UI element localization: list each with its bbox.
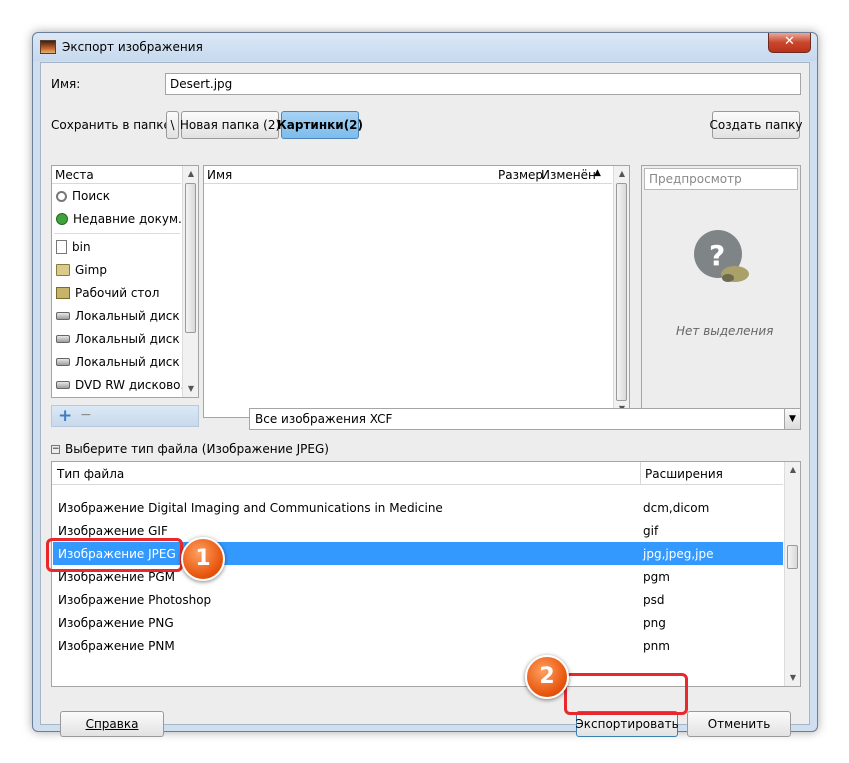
dialog-client: Имя: Desert.jpg Сохранить в папке \ Нова… <box>40 62 810 737</box>
recent-icon <box>56 213 68 225</box>
scroll-down-arrow-icon[interactable]: ▼ <box>785 670 801 686</box>
scroll-thumb[interactable] <box>616 183 627 401</box>
step-badge-2: 2 <box>525 655 569 699</box>
files-scrollbar[interactable]: ▲ ▼ <box>613 166 629 417</box>
file-type-row[interactable]: Изображение PNM pnm <box>53 634 783 657</box>
close-button[interactable]: ✕ <box>768 33 811 53</box>
save-in-folder-label: Сохранить в папке <box>51 118 171 132</box>
gimp-app-icon <box>40 40 56 54</box>
file-type-scrollbar[interactable]: ▲ ▼ <box>784 462 800 686</box>
place-recent[interactable]: Недавние докум... <box>56 208 189 230</box>
highlight-export-button <box>564 673 688 715</box>
col-name[interactable]: Имя <box>207 168 232 182</box>
place-local-disk-3[interactable]: Локальный диск ... <box>56 351 195 373</box>
wilber-question-icon: ? <box>694 230 749 282</box>
file-type-expander[interactable]: − Выберите тип файла (Изображение JPEG) <box>51 442 329 456</box>
sort-up-icon: ▲ <box>594 168 601 178</box>
filename-input[interactable]: Desert.jpg <box>165 73 801 95</box>
chevron-down-icon[interactable]: ▼ <box>784 409 800 429</box>
places-header[interactable]: Места <box>52 166 181 184</box>
files-panel: Имя Размер Изменён ▲ ▲ ▼ <box>203 165 630 418</box>
place-local-disk-1[interactable]: Локальный диск ... <box>56 305 195 327</box>
places-toolbar: + − <box>51 405 199 427</box>
desktop-icon <box>56 287 70 299</box>
highlight-jpeg-row <box>46 538 183 572</box>
file-icon <box>56 240 67 254</box>
path-root-button[interactable]: \ <box>166 111 179 139</box>
folder-icon <box>56 264 70 276</box>
help-button[interactable]: Справка <box>60 711 164 737</box>
place-label: Локальный диск ... <box>75 355 195 369</box>
place-label: Рабочий стол <box>75 286 160 300</box>
file-type-header: Тип файла Расширения <box>52 462 783 485</box>
file-type-expander-label: Выберите тип файла (Изображение JPEG) <box>65 442 329 456</box>
scroll-thumb[interactable] <box>787 545 798 569</box>
col-extensions[interactable]: Расширения <box>645 467 723 481</box>
create-folder-button[interactable]: Создать папку <box>709 111 803 139</box>
name-label: Имя: <box>51 77 81 91</box>
scroll-thumb[interactable] <box>185 183 196 333</box>
places-scrollbar[interactable]: ▲ ▼ <box>182 166 198 397</box>
preview-empty-text: Нет выделения <box>676 324 774 338</box>
places-divider <box>54 233 180 234</box>
path-new-folder-button[interactable]: Новая папка (2) <box>180 111 280 139</box>
place-local-disk-2[interactable]: Локальный диск ... <box>56 328 195 350</box>
window-title: Экспорт изображения <box>62 40 203 54</box>
place-gimp[interactable]: Gimp <box>56 259 107 281</box>
place-bin[interactable]: bin <box>56 236 91 258</box>
place-label: DVD RW дисково... <box>75 378 192 392</box>
preview-header[interactable]: Предпросмотр <box>644 168 798 190</box>
file-filter-select[interactable]: Все изображения XCF ▼ <box>249 408 801 430</box>
file-type-list: Тип файла Расширения Изображение Digital… <box>51 461 801 687</box>
place-label: bin <box>72 240 91 254</box>
disk-icon <box>56 312 70 320</box>
dvd-icon <box>56 381 70 389</box>
place-label: Недавние докум... <box>73 212 190 226</box>
place-dvd[interactable]: DVD RW дисково... <box>56 374 192 396</box>
scroll-up-arrow-icon[interactable]: ▲ <box>614 166 630 182</box>
col-file-type[interactable]: Тип файла <box>57 467 124 481</box>
place-label: Gimp <box>75 263 107 277</box>
remove-place-icon[interactable]: − <box>80 407 92 423</box>
place-label: Локальный диск ... <box>75 332 195 346</box>
search-icon <box>56 190 67 202</box>
col-size[interactable]: Размер <box>498 168 543 182</box>
file-type-row[interactable]: Изображение PNG png <box>53 611 783 634</box>
place-search[interactable]: Поиск <box>56 185 110 207</box>
places-header-label: Места <box>55 168 94 182</box>
file-type-row[interactable]: Изображение Photoshop psd <box>53 588 783 611</box>
file-filter-value: Все изображения XCF <box>255 412 393 426</box>
scroll-down-arrow-icon[interactable]: ▼ <box>183 381 199 397</box>
place-label: Поиск <box>72 189 111 203</box>
export-dialog: Экспорт изображения ✕ Имя: Desert.jpg Со… <box>32 32 818 737</box>
places-panel: Места Поиск Недавние докум... bin Gimp Р… <box>51 165 199 398</box>
collapse-icon: − <box>51 443 60 454</box>
scroll-up-arrow-icon[interactable]: ▲ <box>785 462 801 478</box>
title-bar[interactable]: Экспорт изображения ✕ <box>33 33 817 61</box>
cancel-button[interactable]: Отменить <box>687 711 791 737</box>
files-column-header: Имя Размер Изменён ▲ <box>204 166 612 184</box>
path-pictures-button[interactable]: Картинки(2) <box>277 111 363 139</box>
file-type-row[interactable]: Изображение Digital Imaging and Communic… <box>53 496 783 519</box>
step-badge-1: 1 <box>181 537 225 581</box>
place-desktop[interactable]: Рабочий стол <box>56 282 159 304</box>
preview-panel: Предпросмотр ? Нет выделения <box>641 165 801 418</box>
column-divider <box>640 462 641 485</box>
place-label: Локальный диск ... <box>75 309 195 323</box>
scroll-up-arrow-icon[interactable]: ▲ <box>183 166 199 182</box>
svg-text:?: ? <box>709 239 725 272</box>
col-modified[interactable]: Изменён <box>541 168 596 182</box>
add-place-icon[interactable]: + <box>58 406 72 426</box>
disk-icon <box>56 358 70 366</box>
disk-icon <box>56 335 70 343</box>
